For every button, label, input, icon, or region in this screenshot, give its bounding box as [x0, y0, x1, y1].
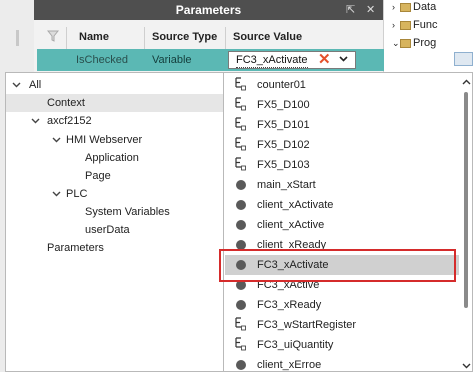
folder-icon [400, 20, 411, 30]
column-header-source-type[interactable]: Source Type [152, 27, 217, 47]
folder-icon [400, 38, 411, 48]
list-item[interactable]: client_xActivate [225, 195, 459, 215]
list-item[interactable]: FX5_D103 [225, 155, 459, 175]
boolean-dot-icon [230, 255, 246, 275]
tree-item-axcf2152[interactable]: axcf2152 [6, 112, 223, 130]
list-item-label: client_xActive [257, 219, 325, 231]
variable-e-icon [230, 335, 246, 355]
list-item-label: FC3_wStartRegister [257, 319, 357, 331]
column-header-source-value[interactable]: Source Value [233, 27, 302, 47]
list-item[interactable]: FC3_uiQuantity [225, 335, 459, 355]
chevron-right-icon: › [392, 20, 395, 30]
chevron-down-icon[interactable] [339, 53, 348, 68]
chevron-right-icon: › [392, 2, 395, 12]
row-name: IsChecked [76, 54, 128, 66]
clear-icon[interactable]: ✕ [318, 52, 331, 68]
tree-item-system-variables[interactable]: System Variables [6, 203, 223, 221]
list-item-label: FX5_D101 [257, 119, 310, 131]
tree-item-data[interactable]: › Data [392, 0, 436, 14]
boolean-dot-icon [230, 235, 246, 255]
list-item[interactable]: FC3_xActive [225, 275, 459, 295]
boolean-dot-icon [230, 195, 246, 215]
list-item-label: FC3_uiQuantity [257, 339, 334, 351]
list-item-label: FX5_D102 [257, 139, 310, 151]
variable-e-icon [230, 135, 246, 155]
boolean-dot-icon [230, 275, 246, 295]
list-item[interactable]: counter01 [225, 75, 459, 95]
resize-handle[interactable] [16, 30, 19, 46]
list-item[interactable]: client_xReady [225, 235, 459, 255]
list-item[interactable]: main_xStart [225, 175, 459, 195]
tree-item-parameters[interactable]: Parameters [6, 239, 223, 257]
list-item-label: client_xReady [257, 239, 327, 251]
list-item-label: client_xErroe [257, 359, 322, 371]
parameters-panel: Parameters ⇱ ✕ Name Source Type Source V… [34, 0, 384, 72]
list-item[interactable]: FX5_D100 [225, 95, 459, 115]
boolean-dot-icon [230, 295, 246, 315]
list-item-label: FC3_xReady [257, 299, 322, 311]
panel-titlebar: Parameters ⇱ ✕ [34, 0, 383, 20]
list-item-label: main_xStart [257, 179, 316, 191]
tree-item-page[interactable]: Page [6, 167, 223, 185]
table-header: Name Source Type Source Value [34, 27, 384, 49]
list-item-label: FX5_D103 [257, 159, 310, 171]
list-item-label: FX5_D100 [257, 99, 310, 111]
variable-e-icon [230, 75, 246, 95]
tree-item-plc[interactable]: PLC [6, 185, 223, 203]
background-project-tree: › Data › Func ⌄ Prog [384, 0, 473, 72]
table-row[interactable]: IsChecked Variable FC3_xActivate ✕ [37, 49, 384, 71]
variable-list-panel: counter01 FX5_D100 FX5_D101 FX5_D102 FX5_D10… [224, 72, 473, 372]
list-item[interactable]: FC3_wStartRegister [225, 315, 459, 335]
list-item[interactable]: FX5_D102 [225, 135, 459, 155]
variable-e-icon [230, 155, 246, 175]
scroll-down-icon[interactable] [462, 361, 471, 370]
context-tree-panel: All Context axcf2152 HMI Webserver Appli… [5, 72, 224, 372]
column-header-name[interactable]: Name [79, 27, 109, 47]
tree-item-hmi-webserver[interactable]: HMI Webserver [6, 131, 223, 149]
scroll-up-icon[interactable] [462, 78, 471, 87]
variable-e-icon [230, 115, 246, 135]
tree-item-all[interactable]: All [6, 76, 223, 94]
source-value-combobox[interactable]: FC3_xActivate ✕ [228, 51, 356, 69]
list-item[interactable]: client_xActive [225, 215, 459, 235]
folder-icon [400, 2, 411, 12]
boolean-dot-icon [230, 215, 246, 235]
source-value-text[interactable]: FC3_xActivate [236, 53, 308, 68]
variable-e-icon [230, 315, 246, 335]
list-item[interactable]: FC3_xReady [225, 295, 459, 315]
tree-item-functions[interactable]: › Func [392, 18, 437, 32]
list-item-label: client_xActivate [257, 199, 334, 211]
list-item[interactable]: FC3_xActivate [225, 255, 459, 275]
vertical-scrollbar[interactable] [462, 78, 471, 370]
row-source-type[interactable]: Variable [152, 49, 192, 71]
list-item-label: counter01 [257, 79, 306, 91]
variable-e-icon [230, 95, 246, 115]
list-item[interactable]: client_xErroe [225, 355, 459, 372]
tree-item-userdata[interactable]: userData [6, 221, 223, 239]
chevron-down-icon: ⌄ [392, 38, 400, 48]
scrollbar-thumb[interactable] [464, 92, 468, 308]
boolean-dot-icon [230, 355, 246, 372]
panel-title: Parameters [175, 3, 242, 17]
boolean-dot-icon [230, 175, 246, 195]
pin-icon[interactable]: ⇱ [346, 0, 355, 20]
tree-item-application[interactable]: Application [6, 149, 223, 167]
tree-item-context[interactable]: Context [6, 94, 223, 112]
list-item-label: FC3_xActive [257, 279, 320, 291]
list-item-label: FC3_xActivate [257, 259, 329, 271]
close-icon[interactable]: ✕ [366, 0, 375, 20]
tree-item-programs[interactable]: ⌄ Prog [392, 36, 436, 50]
list-item[interactable]: FX5_D101 [225, 115, 459, 135]
tree-subitem[interactable] [454, 52, 473, 66]
